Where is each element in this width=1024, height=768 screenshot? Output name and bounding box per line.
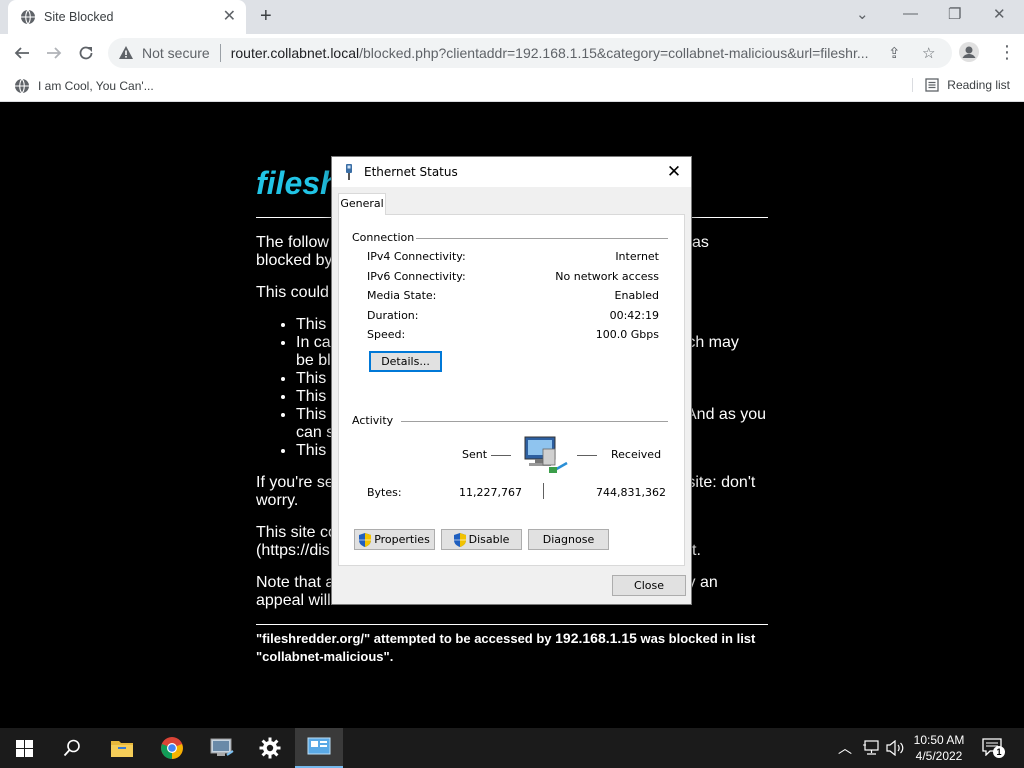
footer-divider	[256, 624, 768, 625]
forward-arrow-icon	[47, 47, 62, 59]
details-button[interactable]: Details...	[369, 351, 442, 372]
network-computer-icon	[210, 738, 234, 756]
close-window-button[interactable]: ✕	[993, 5, 1006, 23]
sent-label: Sent	[462, 448, 488, 461]
network-app-button[interactable]	[198, 728, 246, 768]
clock-time: 10:50 AM	[913, 733, 965, 747]
file-explorer-button[interactable]	[98, 728, 146, 768]
intro-text-a: The follow	[256, 234, 329, 251]
bytes-received-value: 744,831,362	[596, 486, 666, 499]
diagnose-button[interactable]: Diagnose	[528, 529, 609, 550]
uac-shield-icon	[453, 532, 466, 547]
new-tab-button[interactable]: +	[260, 6, 272, 26]
media-state-row: Media State: Enabled	[367, 289, 659, 302]
bytes-divider	[543, 483, 544, 499]
ethernet-icon	[346, 164, 352, 180]
dialog-title: Ethernet Status	[364, 165, 458, 179]
show-hidden-icons-chevron-icon[interactable]: ︿	[838, 738, 852, 758]
ipv6-row: IPv6 Connectivity: No network access	[367, 270, 659, 283]
network-tray-icon[interactable]	[862, 740, 880, 756]
duration-row: Duration: 00:42:19	[367, 309, 659, 322]
clock-date: 4/5/2022	[915, 749, 963, 763]
not-secure-label[interactable]: Not secure	[142, 45, 210, 61]
reload-icon	[79, 46, 93, 60]
globe-icon	[15, 78, 29, 94]
chrome-button[interactable]	[148, 728, 196, 768]
activity-divider	[401, 421, 668, 422]
back-arrow-icon	[14, 47, 29, 59]
notification-badge: 1	[993, 746, 1005, 758]
network-computer-icon	[524, 436, 568, 473]
ethernet-status-dialog: Ethernet Status ✕ General Connection IPv…	[331, 156, 692, 605]
warning-icon	[119, 46, 133, 59]
search-button[interactable]	[48, 728, 96, 768]
settings-button[interactable]	[246, 728, 294, 768]
tab-general[interactable]: General	[338, 193, 386, 215]
minimize-button[interactable]: —	[903, 5, 918, 22]
close-button[interactable]: Close	[612, 575, 686, 596]
forward-button[interactable]	[43, 42, 65, 64]
chrome-icon	[161, 737, 183, 759]
disable-label: Disable	[468, 533, 510, 546]
tab-close-icon[interactable]: ✕	[223, 9, 236, 25]
bookmark-item[interactable]: I am Cool, You Can'...	[14, 78, 154, 94]
sent-line	[491, 455, 511, 456]
disable-button[interactable]: Disable	[441, 529, 522, 550]
ipv4-row: IPv4 Connectivity: Internet	[367, 250, 659, 263]
dialog-titlebar[interactable]: Ethernet Status	[332, 157, 691, 187]
profile-icon	[959, 42, 979, 62]
connection-divider	[416, 238, 668, 239]
tab-strip: Site Blocked ✕ + ⌄ — ❐ ✕	[0, 0, 1024, 34]
url-host: router.collabnet.local	[230, 45, 360, 61]
url-text[interactable]: router.collabnet.local/blocked.php?clien…	[231, 45, 891, 61]
restore-button[interactable]: ❐	[948, 5, 961, 23]
tab-title: Site Blocked	[44, 10, 114, 24]
intro-text-b: as	[692, 234, 709, 251]
volume-icon[interactable]	[886, 740, 904, 756]
address-bar[interactable]: Not secure router.collabnet.local/blocke…	[108, 38, 952, 68]
gear-icon	[259, 737, 281, 759]
tab-site-blocked[interactable]: Site Blocked ✕	[8, 0, 246, 34]
profile-button[interactable]	[959, 42, 979, 67]
reading-list-icon	[925, 78, 939, 92]
received-label: Received	[611, 448, 662, 461]
folder-icon	[111, 741, 133, 757]
windows-logo-icon	[15, 739, 33, 757]
properties-label: Properties	[374, 533, 430, 546]
intro-text-c: blocked by	[256, 252, 333, 269]
bytes-sent-value: 11,227,767	[459, 486, 522, 499]
clock[interactable]: 10:50 AM 4/5/2022	[910, 732, 968, 764]
reading-list-button[interactable]: Reading list	[912, 78, 1010, 92]
notifications-button[interactable]: 1	[982, 738, 1005, 758]
block-footer: "fileshredder.org/" attempted to be acce…	[256, 630, 756, 664]
bookmarks-bar: I am Cool, You Can'... Reading list	[0, 72, 1024, 102]
properties-button[interactable]: Properties	[354, 529, 435, 550]
tab-search-icon[interactable]: ⌄	[856, 5, 869, 23]
activity-header: Activity	[352, 414, 394, 427]
search-icon	[63, 739, 80, 757]
share-icon[interactable]: ⇪	[888, 44, 901, 62]
ethernet-status-taskbar-button[interactable]	[295, 728, 343, 768]
speed-row: Speed: 100.0 Gbps	[367, 328, 659, 341]
bookmark-star-icon[interactable]: ☆	[922, 44, 935, 62]
uac-shield-icon	[359, 532, 372, 547]
connection-header: Connection	[352, 231, 415, 244]
start-button[interactable]	[0, 728, 48, 768]
general-panel: Connection IPv4 Connectivity: Internet IP…	[338, 214, 685, 566]
reload-button[interactable]	[75, 42, 97, 64]
back-button[interactable]	[11, 42, 33, 64]
bookmark-label: I am Cool, You Can'...	[38, 79, 154, 93]
reading-list-label: Reading list	[947, 78, 1010, 92]
taskbar: ︿ 10:50 AM 4/5/2022 1	[0, 728, 1024, 768]
globe-icon	[21, 9, 35, 25]
received-line	[577, 455, 597, 456]
url-path: /blocked.php?clientaddr=192.168.1.15&cat…	[359, 45, 869, 61]
bytes-label: Bytes:	[367, 486, 402, 499]
dialog-close-icon[interactable]: ✕	[663, 161, 685, 183]
browser-toolbar: Not secure router.collabnet.local/blocke…	[0, 34, 1024, 72]
network-connections-icon	[307, 737, 331, 755]
separator	[219, 44, 221, 62]
menu-kebab-icon[interactable]: ⋮	[998, 42, 1016, 63]
